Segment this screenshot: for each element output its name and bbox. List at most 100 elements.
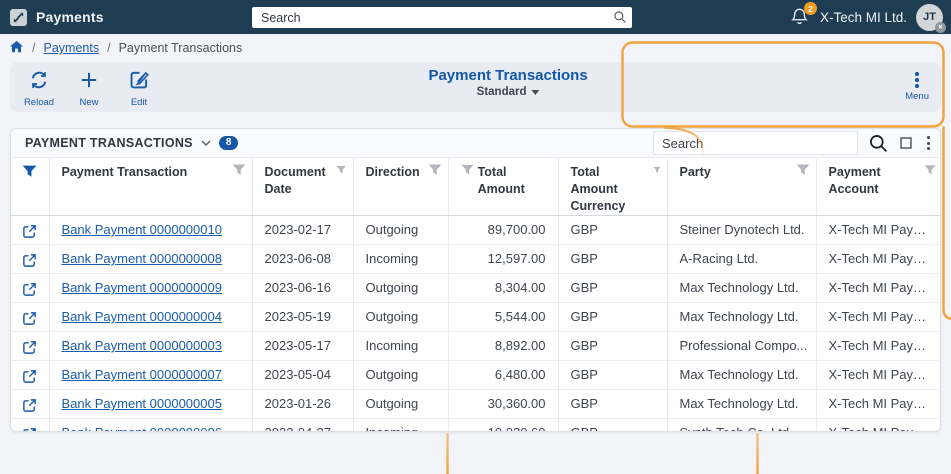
payment-account-cell: X-Tech MI Paym... <box>816 302 940 332</box>
direction-cell: Outgoing <box>353 273 449 303</box>
edit-button[interactable]: Edit <box>118 67 160 108</box>
direction-cell: Outgoing <box>353 302 449 332</box>
party-cell: Synth Tech Co. Ltd. <box>667 418 817 431</box>
currency-cell: GBP <box>558 244 668 274</box>
breadcrumb-link-payments[interactable]: Payments <box>43 41 99 55</box>
document-date-cell: 2023-02-17 <box>252 215 354 245</box>
menu-button[interactable]: Menu <box>905 67 929 102</box>
filter-funnel-icon <box>924 165 936 175</box>
currency-cell: GBP <box>558 215 668 245</box>
open-record-cell[interactable] <box>11 418 50 431</box>
direction-cell: Incoming <box>353 418 449 431</box>
open-record-cell[interactable] <box>11 215 50 245</box>
external-link-icon <box>23 283 37 296</box>
total-amount-cell: 6,480.00 <box>448 360 559 390</box>
filter-funnel-icon <box>428 164 441 175</box>
external-link-icon <box>23 254 37 267</box>
user-avatar[interactable]: JT ✕ <box>916 3 946 33</box>
payment-transactions-panel: PAYMENT TRANSACTIONS 8 Search Payment Tr… <box>10 128 941 432</box>
column-header-total-amount[interactable]: Total Amount <box>448 157 559 216</box>
payment-transaction-link[interactable]: Bank Payment 0000000003 <box>62 338 222 353</box>
table-row: Bank Payment 0000000004 2023-05-19 Outgo… <box>11 302 940 332</box>
payment-transaction-link[interactable]: Bank Payment 0000000007 <box>62 367 222 382</box>
table-row: Bank Payment 0000000009 2023-06-16 Outgo… <box>11 273 940 303</box>
filter-funnel-icon <box>796 164 809 175</box>
maximize-icon[interactable] <box>899 136 913 150</box>
external-link-icon <box>23 370 37 383</box>
open-record-cell[interactable] <box>11 244 50 274</box>
global-search-icon[interactable] <box>613 10 627 29</box>
home-icon[interactable] <box>9 40 24 56</box>
payment-account-cell: X-Tech MI Paym... <box>816 215 940 245</box>
global-search-input[interactable] <box>252 7 632 28</box>
party-cell: Max Technology Ltd. <box>667 360 817 390</box>
payment-transaction-link[interactable]: Bank Payment 0000000006 <box>62 425 222 431</box>
payment-account-cell: X-Tech MI Paym... <box>816 273 940 303</box>
reload-icon <box>28 69 50 96</box>
grid-kebab-menu-icon[interactable] <box>923 134 934 152</box>
table-row: Bank Payment 0000000007 2023-05-04 Outgo… <box>11 360 940 390</box>
filter-funnel-icon <box>232 164 245 175</box>
document-date-cell: 2023-06-08 <box>252 244 354 274</box>
notification-count-badge: 2 <box>803 2 817 15</box>
direction-cell: Outgoing <box>353 360 449 390</box>
new-label: New <box>79 97 99 108</box>
column-header-direction[interactable]: Direction <box>353 157 449 216</box>
document-date-cell: 2023-06-16 <box>252 273 354 303</box>
open-record-cell[interactable] <box>11 302 50 332</box>
transactions-table: Payment Transaction Document Date Direct… <box>11 157 940 431</box>
edit-label: Edit <box>130 97 148 108</box>
filter-funnel-icon <box>460 164 474 175</box>
account-name[interactable]: X-Tech MI Ltd. <box>820 10 907 25</box>
total-amount-cell: 30,360.00 <box>448 389 559 419</box>
panel-chevron-down-icon[interactable] <box>201 134 211 152</box>
direction-cell: Incoming <box>353 244 449 274</box>
top-navbar: Payments 2 X-Tech MI Ltd. JT ✕ <box>0 0 951 34</box>
party-cell: Max Technology Ltd. <box>667 302 817 332</box>
payment-account-cell: X-Tech MI Paym... <box>816 331 940 361</box>
chevron-down-icon <box>531 89 540 95</box>
app-title: Payments <box>36 9 104 25</box>
table-row: Bank Payment 0000000006 2023-04-27 Incom… <box>11 418 940 431</box>
open-record-cell[interactable] <box>11 389 50 419</box>
table-row: Bank Payment 0000000003 2023-05-17 Incom… <box>11 331 940 361</box>
currency-cell: GBP <box>558 331 668 361</box>
panel-title-group[interactable]: PAYMENT TRANSACTIONS 8 <box>11 134 239 152</box>
external-link-icon <box>23 312 37 325</box>
notifications-bell-icon[interactable]: 2 <box>789 2 817 28</box>
payment-transaction-link[interactable]: Bank Payment 0000000009 <box>62 280 222 295</box>
breadcrumb: / Payments / Payment Transactions <box>0 34 951 62</box>
grid-search-input[interactable] <box>653 131 858 155</box>
column-header-document-date[interactable]: Document Date <box>252 157 354 216</box>
table-row: Bank Payment 0000000010 2023-02-17 Outgo… <box>11 215 940 245</box>
reload-button[interactable]: Reload <box>18 67 60 108</box>
page-title: Payment Transactions <box>428 67 588 84</box>
record-count-badge: 8 <box>218 136 239 150</box>
column-header-selector[interactable] <box>11 157 50 216</box>
app-brand[interactable]: Payments <box>0 8 104 26</box>
payment-transaction-link[interactable]: Bank Payment 0000000005 <box>62 396 222 411</box>
column-header-payment-transaction[interactable]: Payment Transaction <box>49 157 253 216</box>
document-date-cell: 2023-05-19 <box>252 302 354 332</box>
total-amount-cell: 8,304.00 <box>448 273 559 303</box>
view-selector[interactable]: Standard <box>428 86 587 98</box>
open-record-cell[interactable] <box>11 273 50 303</box>
new-button[interactable]: New <box>68 67 110 108</box>
table-row: Bank Payment 0000000008 2023-06-08 Incom… <box>11 244 940 274</box>
filter-funnel-icon <box>652 166 661 173</box>
payment-transaction-link[interactable]: Bank Payment 0000000004 <box>62 309 222 324</box>
payment-account-cell: X-Tech MI Paym... <box>816 360 940 390</box>
column-header-party[interactable]: Party <box>667 157 817 216</box>
column-header-payment-account[interactable]: Payment Account <box>816 157 940 216</box>
open-record-cell[interactable] <box>11 360 50 390</box>
party-cell: Steiner Dynotech Ltd. <box>667 215 817 245</box>
breadcrumb-current: Payment Transactions <box>118 41 243 55</box>
payment-transaction-link[interactable]: Bank Payment 0000000008 <box>62 251 222 266</box>
currency-cell: GBP <box>558 418 668 431</box>
party-cell: A-Racing Ltd. <box>667 244 817 274</box>
open-record-cell[interactable] <box>11 331 50 361</box>
payment-transaction-link[interactable]: Bank Payment 0000000010 <box>62 222 222 237</box>
grid-search-icon[interactable] <box>868 133 889 154</box>
panel-header: PAYMENT TRANSACTIONS 8 <box>11 129 940 157</box>
column-header-total-amount-currency[interactable]: Total Amount Currency <box>558 157 668 216</box>
